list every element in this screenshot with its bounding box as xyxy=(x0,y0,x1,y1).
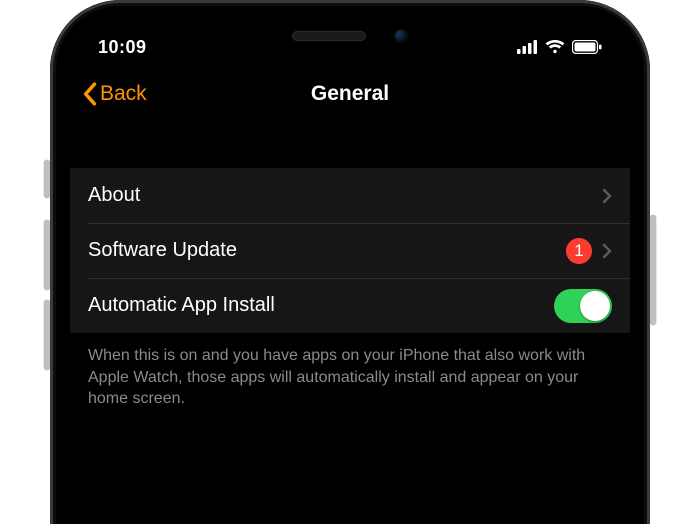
wifi-icon xyxy=(545,40,565,54)
row-automatic-app-install[interactable]: Automatic App Install xyxy=(70,278,630,333)
page-title: General xyxy=(311,82,389,106)
settings-list: About Software Update 1 xyxy=(70,168,630,333)
notification-badge: 1 xyxy=(566,238,592,264)
chevron-right-icon xyxy=(602,188,612,204)
row-about[interactable]: About xyxy=(70,168,630,223)
battery-icon xyxy=(572,40,602,54)
content: About Software Update 1 xyxy=(70,120,630,432)
speaker xyxy=(292,31,366,41)
device-frame-stage: 10:09 xyxy=(0,0,700,524)
section-spacer xyxy=(70,120,630,168)
toggle-switch[interactable] xyxy=(554,289,612,323)
row-label: Automatic App Install xyxy=(88,294,554,317)
side-button xyxy=(650,215,656,325)
row-accessories: 1 xyxy=(566,238,612,264)
front-camera xyxy=(394,29,408,43)
back-label: Back xyxy=(100,82,147,106)
toggle-knob xyxy=(580,291,610,321)
notch xyxy=(225,18,475,54)
phone-frame: 10:09 xyxy=(50,0,650,524)
row-accessories xyxy=(602,188,612,204)
row-label: Software Update xyxy=(88,239,566,262)
chevron-right-icon xyxy=(602,243,612,259)
back-button[interactable]: Back xyxy=(82,68,147,120)
row-software-update[interactable]: Software Update 1 xyxy=(70,223,630,278)
row-label: About xyxy=(88,184,602,207)
nav-bar: Back General xyxy=(70,68,630,120)
status-time: 10:09 xyxy=(98,37,147,58)
status-indicators xyxy=(517,40,602,54)
chevron-left-icon xyxy=(82,82,97,106)
section-footer-text: When this is on and you have apps on you… xyxy=(70,333,630,432)
cellular-icon xyxy=(517,40,538,54)
screen: 10:09 xyxy=(70,18,630,524)
